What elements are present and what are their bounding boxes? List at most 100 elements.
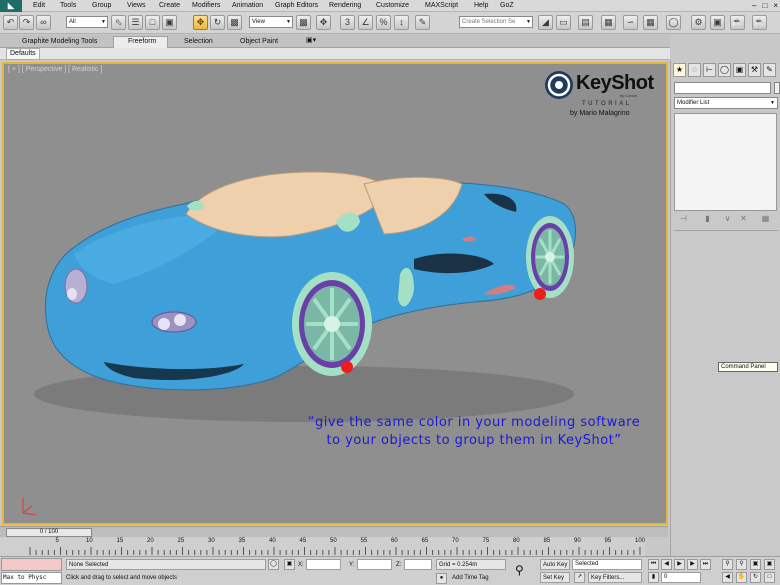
menu-edit[interactable]: Edit	[33, 1, 45, 11]
close-icon[interactable]: ×	[773, 1, 778, 10]
menu-maxscript[interactable]: MAXScript	[425, 1, 458, 11]
modifier-stack[interactable]	[674, 113, 777, 211]
pan-view-icon[interactable]: ✋	[736, 572, 747, 583]
mirror-icon[interactable]: ◢	[538, 15, 553, 30]
menu-modifiers[interactable]: Modifiers	[192, 1, 220, 11]
show-end-result-icon[interactable]: ▮	[702, 213, 713, 224]
material-editor-icon[interactable]: ◯	[666, 15, 681, 30]
maximize-icon[interactable]: □	[762, 1, 767, 10]
spinner-snap-icon[interactable]: ↕	[394, 15, 409, 30]
window-crossing-icon[interactable]: ▣	[162, 15, 177, 30]
render-setup-icon[interactable]: ⚙	[691, 15, 706, 30]
activeshade-icon[interactable]: ☕	[752, 15, 767, 30]
track-bar[interactable]: 5 10 15 20 25 30 35 40 45 50 55 60 65 70 75 80 85 90 95 100	[0, 537, 645, 556]
tab-object-paint[interactable]: Object Paint	[240, 37, 278, 47]
orbit-icon[interactable]: ↻	[750, 572, 761, 583]
redo-icon[interactable]: ↷	[19, 15, 34, 30]
defaults-tab[interactable]: Defaults	[6, 48, 40, 60]
key-mode-toggle-icon[interactable]: ▮	[648, 572, 659, 583]
menu-tools[interactable]: Tools	[60, 1, 76, 11]
z-coordinate-field[interactable]	[404, 559, 432, 570]
menu-views[interactable]: Views	[127, 1, 146, 11]
maxscript-listener[interactable]	[1, 558, 62, 571]
edit-named-selection-icon[interactable]: ✎	[415, 15, 430, 30]
select-object-icon[interactable]: ⬁	[111, 15, 126, 30]
angle-snap-icon[interactable]: ∠	[358, 15, 373, 30]
align-icon[interactable]: ▭	[556, 15, 571, 30]
hierarchy-icon[interactable]: ⊢	[703, 63, 716, 77]
select-scale-icon[interactable]: ▩	[227, 15, 242, 30]
key-filters-button[interactable]: Key Filters...	[588, 572, 642, 583]
tab-freeform[interactable]: Freeform	[128, 37, 156, 47]
menu-group[interactable]: Group	[92, 1, 111, 11]
go-to-end-icon[interactable]: ⏭	[700, 559, 711, 570]
pin-stack-icon[interactable]: ⊣	[678, 213, 689, 224]
time-slider-thumb[interactable]: 0 / 100	[6, 528, 92, 537]
menu-goz[interactable]: GoZ	[500, 1, 514, 11]
absolute-mode-icon[interactable]: ▣	[284, 559, 295, 570]
motion-icon[interactable]: ◯	[718, 63, 731, 77]
set-key-icon[interactable]: ↗	[574, 572, 585, 583]
modify-icon[interactable]: ◌	[688, 63, 701, 77]
auto-key-button[interactable]: Auto Key	[540, 559, 570, 570]
previous-frame-icon[interactable]: ◀	[661, 559, 672, 570]
select-move-icon[interactable]: ✥	[193, 15, 208, 30]
zoom-icon[interactable]: ⚲	[722, 559, 733, 570]
zoom-extents-icon[interactable]: ▣	[750, 559, 761, 570]
app-logo-icon[interactable]: ◣	[0, 0, 22, 12]
zoom-all-icon[interactable]: ⚲	[736, 559, 747, 570]
select-link-icon[interactable]: ∞	[36, 15, 51, 30]
menu-customize[interactable]: Customize	[376, 1, 409, 11]
key-icon[interactable]: ⚲	[515, 563, 524, 577]
menu-help[interactable]: Help	[474, 1, 488, 11]
lock-selection-icon[interactable]: ◯	[268, 559, 279, 570]
go-to-start-icon[interactable]: ⏮	[648, 559, 659, 570]
reference-coord-dropdown[interactable]: View ▼	[249, 16, 293, 28]
selection-filter-dropdown[interactable]: All ▼	[66, 16, 108, 28]
utilities-icon[interactable]: ⚒	[748, 63, 761, 77]
menu-animation[interactable]: Animation	[232, 1, 263, 11]
undo-icon[interactable]: ↶	[3, 15, 18, 30]
curve-editor-icon[interactable]: ∽	[623, 15, 638, 30]
next-frame-icon[interactable]: ▶	[687, 559, 698, 570]
car-model[interactable]	[4, 64, 666, 523]
object-name-field[interactable]	[674, 82, 771, 94]
select-by-name-icon[interactable]: ☰	[128, 15, 143, 30]
percent-snap-icon[interactable]: %	[376, 15, 391, 30]
snaps-icon[interactable]: 3	[340, 15, 355, 30]
pivot-icon[interactable]: ▩	[296, 15, 311, 30]
key-mode-dropdown[interactable]: Selected	[572, 559, 642, 570]
maximize-viewport-icon[interactable]: □	[764, 572, 775, 583]
create-icon[interactable]: ★	[673, 63, 686, 77]
schematic-view-icon[interactable]: ▦	[643, 15, 658, 30]
maxscript-input[interactable]: Max to Physc	[1, 572, 62, 584]
layer-manager-icon[interactable]: ▤	[578, 15, 593, 30]
field-of-view-icon[interactable]: ◀	[722, 572, 733, 583]
menu-rendering[interactable]: Rendering	[329, 1, 361, 11]
set-key-button[interactable]: Set Key	[540, 572, 570, 583]
zoom-extents-all-icon[interactable]: ▣	[764, 559, 775, 570]
add-time-tag[interactable]: Add Time Tag	[452, 573, 489, 583]
graphite-toggle-icon[interactable]: ▦	[601, 15, 616, 30]
named-selection-field[interactable]: Create Selection Se ▼	[459, 16, 533, 28]
configure-sets-icon[interactable]: ▦	[760, 213, 771, 224]
time-slider[interactable]: 0 / 100	[0, 526, 668, 537]
modifier-list-dropdown[interactable]: Modifier List ▼	[674, 97, 778, 109]
rect-selection-icon[interactable]: □	[145, 15, 160, 30]
render-icon[interactable]: ☕	[730, 15, 745, 30]
x-coordinate-field[interactable]	[306, 559, 341, 570]
tab-selection[interactable]: Selection	[184, 37, 213, 47]
menu-graph-editors[interactable]: Graph Editors	[275, 1, 318, 11]
object-color-swatch[interactable]	[774, 82, 780, 94]
minimize-icon[interactable]: –	[752, 1, 756, 10]
time-tag-icon[interactable]: ●	[436, 573, 447, 584]
remove-modifier-icon[interactable]: ✕	[738, 213, 749, 224]
perspective-viewport[interactable]: [ + ] [ Perspective ] [ Realistic ] KeyS…	[2, 62, 668, 525]
menu-create[interactable]: Create	[159, 1, 180, 11]
current-frame-field[interactable]: 0	[661, 572, 701, 583]
extra-tab-icon[interactable]: ✎	[763, 63, 776, 77]
play-icon[interactable]: ▶	[674, 559, 685, 570]
select-rotate-icon[interactable]: ↻	[210, 15, 225, 30]
display-icon[interactable]: ▣	[733, 63, 746, 77]
make-unique-icon[interactable]: ∨	[722, 213, 733, 224]
